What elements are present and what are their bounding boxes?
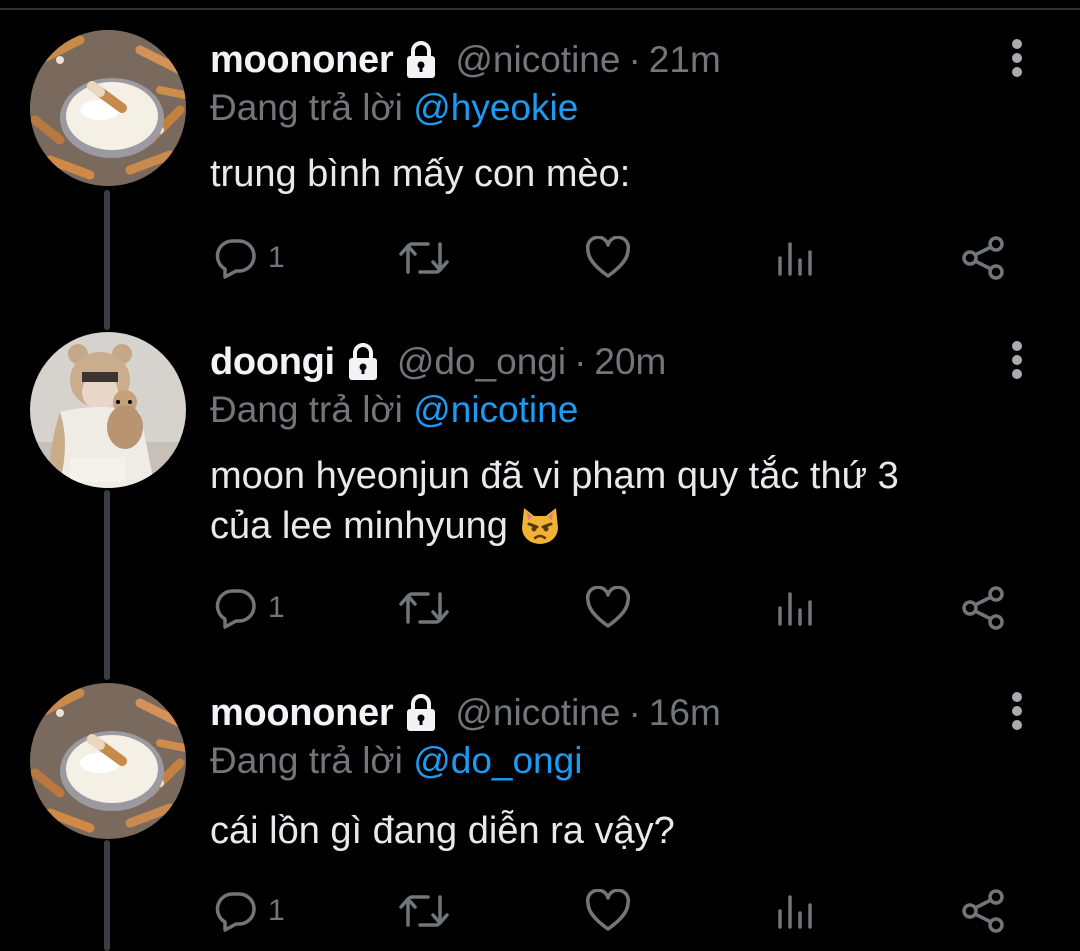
tweet-text-line: của lee minhyung bbox=[210, 505, 508, 547]
replying-to-label: Đang trả lời bbox=[210, 740, 403, 781]
tweet[interactable]: moononer @nicotine · 21m Đang trả lời @h… bbox=[0, 30, 1080, 300]
analytics-button[interactable] bbox=[776, 578, 816, 638]
tweet[interactable]: moononer @nicotine · 16m Đang trả lời @d… bbox=[0, 683, 1080, 951]
separator-dot: · bbox=[574, 341, 587, 382]
share-icon bbox=[962, 889, 1004, 933]
candle-cigarettes-image bbox=[30, 683, 186, 839]
share-button[interactable] bbox=[960, 578, 1006, 638]
replying-to-handle[interactable]: @do_ongi bbox=[413, 740, 582, 781]
display-name[interactable]: doongi bbox=[210, 341, 335, 384]
handle[interactable]: @nicotine bbox=[455, 692, 620, 734]
more-vertical-icon[interactable] bbox=[1003, 324, 1031, 396]
timestamp[interactable]: 21m bbox=[649, 39, 721, 81]
handle[interactable]: @do_ongi bbox=[397, 341, 566, 383]
heart-icon bbox=[585, 889, 631, 931]
retweet-icon bbox=[399, 895, 449, 927]
like-button[interactable] bbox=[584, 228, 632, 288]
person-with-bear-hat-image bbox=[30, 332, 186, 488]
retweet-icon bbox=[399, 592, 449, 624]
retweet-button[interactable] bbox=[398, 881, 450, 941]
analytics-button[interactable] bbox=[776, 228, 816, 288]
action-bar: 1 bbox=[0, 578, 1080, 638]
top-divider bbox=[0, 0, 1080, 10]
lock-icon bbox=[401, 40, 441, 80]
tweet-text: moon hyeonjun đã vi phạm quy tắc thứ 3 c… bbox=[210, 454, 1010, 548]
share-icon bbox=[962, 236, 1004, 280]
tweet-text: cái lồn gì đang diễn ra vậy? bbox=[210, 809, 1010, 853]
timestamp[interactable]: 16m bbox=[649, 692, 721, 734]
tweet-text-line: cái lồn gì đang diễn ra vậy? bbox=[210, 810, 675, 852]
more-vertical-icon[interactable] bbox=[1003, 675, 1031, 747]
reply-button[interactable]: 1 bbox=[214, 578, 285, 638]
more-vertical-icon[interactable] bbox=[1003, 22, 1031, 94]
like-button[interactable] bbox=[584, 881, 632, 941]
separator-dot: · bbox=[628, 39, 641, 80]
replying-to-label: Đang trả lời bbox=[210, 87, 403, 128]
pouting-cat-emoji bbox=[518, 502, 562, 546]
display-name[interactable]: moononer bbox=[210, 39, 394, 82]
lock-icon bbox=[343, 342, 383, 382]
reply-button[interactable]: 1 bbox=[214, 881, 285, 941]
analytics-button[interactable] bbox=[776, 881, 816, 941]
analytics-icon bbox=[778, 592, 812, 626]
retweet-button[interactable] bbox=[398, 228, 450, 288]
tweet-text-line: moon hyeonjun đã vi phạm quy tắc thứ 3 bbox=[210, 455, 899, 497]
reply-button[interactable]: 1 bbox=[214, 228, 285, 288]
heart-icon bbox=[585, 586, 631, 628]
tweet-header: moononer @nicotine · 21m bbox=[210, 36, 721, 84]
action-bar: 1 bbox=[0, 228, 1080, 288]
share-button[interactable] bbox=[960, 228, 1006, 288]
action-bar: 1 bbox=[0, 881, 1080, 941]
replying-to: Đang trả lời @nicotine bbox=[210, 389, 578, 431]
retweet-button[interactable] bbox=[398, 578, 450, 638]
replying-to: Đang trả lời @do_ongi bbox=[210, 740, 582, 782]
share-button[interactable] bbox=[960, 881, 1006, 941]
retweet-icon bbox=[399, 242, 449, 274]
replying-to: Đang trả lời @hyeokie bbox=[210, 87, 578, 129]
reply-count: 1 bbox=[268, 241, 285, 274]
heart-icon bbox=[585, 236, 631, 278]
handle[interactable]: @nicotine bbox=[455, 39, 620, 81]
share-icon bbox=[962, 586, 1004, 630]
replying-to-handle[interactable]: @nicotine bbox=[413, 389, 578, 430]
tweet-header: doongi @do_ongi · 20m bbox=[210, 338, 666, 386]
analytics-icon bbox=[778, 895, 812, 929]
like-button[interactable] bbox=[584, 578, 632, 638]
timestamp[interactable]: 20m bbox=[594, 341, 666, 383]
lock-icon bbox=[401, 693, 441, 733]
avatar[interactable] bbox=[30, 332, 186, 488]
replying-to-handle[interactable]: @hyeokie bbox=[413, 87, 578, 128]
tweet-text-line: trung bình mấy con mèo: bbox=[210, 153, 631, 195]
reply-icon bbox=[215, 589, 256, 629]
display-name[interactable]: moononer bbox=[210, 692, 394, 735]
tweet-header: moononer @nicotine · 16m bbox=[210, 689, 721, 737]
tweet-text: trung bình mấy con mèo: bbox=[210, 152, 1010, 196]
avatar[interactable] bbox=[30, 30, 186, 186]
reply-icon bbox=[215, 239, 256, 279]
reply-icon bbox=[215, 892, 256, 932]
avatar[interactable] bbox=[30, 683, 186, 839]
reply-count: 1 bbox=[268, 591, 285, 624]
tweet[interactable]: doongi @do_ongi · 20m Đang trả lời @nico… bbox=[0, 332, 1080, 652]
reply-count: 1 bbox=[268, 894, 285, 927]
separator-dot: · bbox=[628, 692, 641, 733]
analytics-icon bbox=[778, 242, 812, 276]
candle-cigarettes-image bbox=[30, 30, 186, 186]
replying-to-label: Đang trả lời bbox=[210, 389, 403, 430]
